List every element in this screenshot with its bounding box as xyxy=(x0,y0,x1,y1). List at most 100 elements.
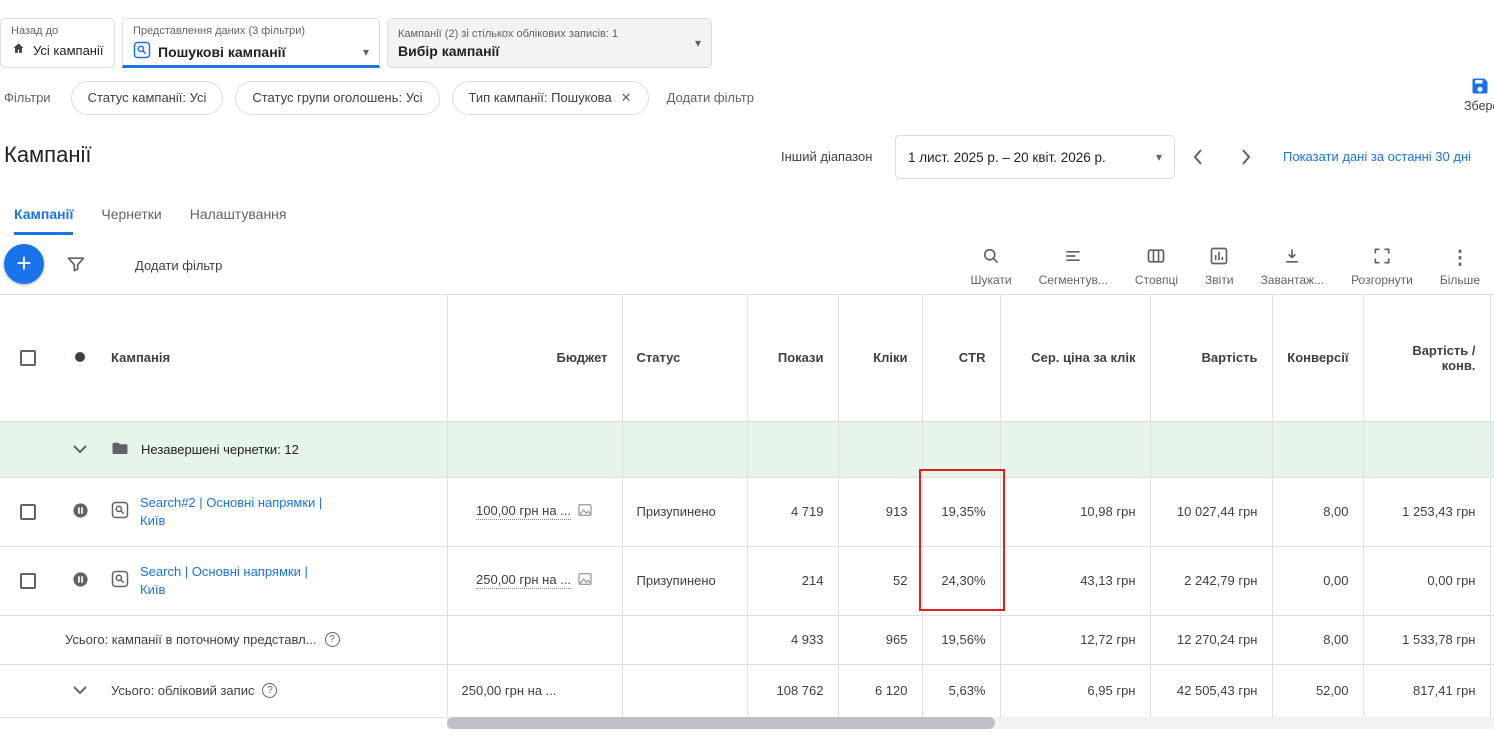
previous-period-button[interactable] xyxy=(1183,142,1213,172)
paused-status-icon[interactable] xyxy=(72,576,89,591)
col-cost-per-conv[interactable]: Вартість / конв. xyxy=(1363,295,1490,421)
table-row: Search#2 | Основні напрямки | Київ 100,0… xyxy=(0,477,1494,546)
help-icon[interactable]: ? xyxy=(325,632,340,647)
clicks-total: 6 120 xyxy=(838,664,922,717)
account-total-row: Усього: обліковий запис ? 250,00 грн на … xyxy=(0,664,1494,717)
action-label: Більше xyxy=(1440,273,1480,287)
close-icon[interactable]: ✕ xyxy=(621,90,632,106)
tab-bar: Кампанії Чернетки Налаштування xyxy=(0,190,286,235)
dropdown-arrow-icon: ▾ xyxy=(363,45,369,59)
budget-icon xyxy=(577,571,593,590)
home-icon xyxy=(11,41,26,59)
back-to-all-campaigns-button[interactable]: Назад до Усі кампанії xyxy=(0,18,115,68)
other-range-label[interactable]: Інший діапазон xyxy=(781,149,872,164)
add-campaign-button[interactable]: + xyxy=(4,244,44,284)
budget-value[interactable]: 250,00 грн на ... xyxy=(476,572,571,589)
more-button[interactable]: ⋮ Більше xyxy=(1440,249,1480,287)
cost-per-conv-value: 0,00 грн xyxy=(1363,546,1490,615)
help-icon[interactable]: ? xyxy=(262,683,277,698)
dropdown-arrow-icon: ▾ xyxy=(695,36,701,50)
expand-icon xyxy=(1372,246,1392,269)
view-total-row: Усього: кампанії в поточному представл..… xyxy=(0,615,1494,664)
col-conversions[interactable]: Конверсії xyxy=(1272,295,1363,421)
campaign-name-link[interactable]: Search | Основні напрямки | Київ xyxy=(140,563,336,598)
filter-chip-campaign-status[interactable]: Статус кампанії: Усі xyxy=(71,81,224,115)
back-label: Назад до xyxy=(11,25,104,37)
dropdown-arrow-icon: ▾ xyxy=(1156,150,1162,164)
tab-settings[interactable]: Налаштування xyxy=(190,206,287,235)
budget-icon xyxy=(577,502,593,521)
tab-campaigns[interactable]: Кампанії xyxy=(14,206,73,235)
chip-label: Статус групи оголошень: Усі xyxy=(252,90,422,105)
unfinished-drafts-label[interactable]: Незавершені чернетки: 12 xyxy=(141,442,299,457)
col-impressions[interactable]: Покази xyxy=(747,295,838,421)
account-total-label: Усього: обліковий запис xyxy=(111,683,254,698)
select-all-checkbox[interactable] xyxy=(20,350,36,366)
filter-chip-adgroup-status[interactable]: Статус групи оголошень: Усі xyxy=(235,81,439,115)
col-budget[interactable]: Бюджет xyxy=(447,295,622,421)
col-clicks[interactable]: Кліки xyxy=(838,295,922,421)
impressions-value: 214 xyxy=(747,546,838,615)
tab-drafts[interactable]: Чернетки xyxy=(101,206,161,235)
date-range-picker[interactable]: 1 лист. 2025 р. – 20 квіт. 2026 р. ▾ xyxy=(895,135,1175,179)
back-target-label: Усі кампанії xyxy=(33,43,103,58)
avg-cpc-total: 6,95 грн xyxy=(1000,664,1150,717)
data-view-value: Пошукові кампанії xyxy=(158,44,286,60)
paused-status-icon[interactable] xyxy=(72,507,89,522)
segment-button[interactable]: Сегментув... xyxy=(1039,246,1108,287)
ctr-total: 19,56% xyxy=(922,615,1000,664)
toolbar-add-filter-link[interactable]: Додати фільтр xyxy=(135,258,222,273)
columns-icon xyxy=(1146,246,1166,269)
impressions-value: 4 719 xyxy=(747,477,838,546)
col-campaign[interactable]: Кампанія xyxy=(105,295,447,421)
show-last-30-days-link[interactable]: Показати дані за останні 30 дні xyxy=(1283,149,1471,164)
date-range-value: 1 лист. 2025 р. – 20 квіт. 2026 р. xyxy=(908,150,1106,165)
col-avg-cpc[interactable]: Сер. ціна за клік xyxy=(1000,295,1150,421)
chip-label: Тип кампанії: Пошукова xyxy=(469,90,612,105)
clicks-value: 52 xyxy=(838,546,922,615)
col-ctr[interactable]: CTR xyxy=(922,295,1000,421)
horizontal-scrollbar-thumb[interactable] xyxy=(447,717,995,729)
campaign-status: Призупинено xyxy=(637,504,716,519)
campaign-name-link[interactable]: Search#2 | Основні напрямки | Київ xyxy=(140,494,336,529)
view-total-label: Усього: кампанії в поточному представл..… xyxy=(65,632,317,647)
download-icon xyxy=(1282,246,1302,269)
segment-icon xyxy=(1063,246,1083,269)
col-status[interactable]: Статус xyxy=(622,295,747,421)
filter-funnel-icon[interactable] xyxy=(66,254,86,277)
next-period-button[interactable] xyxy=(1231,142,1261,172)
save-filters-button[interactable]: Зберег xyxy=(1464,76,1494,113)
campaign-picker-value: Вибір кампанії xyxy=(398,43,687,59)
search-button[interactable]: Шукати xyxy=(971,246,1012,287)
download-button[interactable]: Завантаж... xyxy=(1261,246,1325,287)
cost-total: 42 505,43 грн xyxy=(1150,664,1272,717)
campaign-picker-label: Кампанії (2) зі стількох облікових запис… xyxy=(398,28,687,40)
search-icon xyxy=(981,246,1001,269)
expand-button[interactable]: Розгорнути xyxy=(1351,246,1413,287)
col-cost[interactable]: Вартість xyxy=(1150,295,1272,421)
row-checkbox[interactable] xyxy=(20,504,36,520)
expand-account-total-chevron-icon[interactable] xyxy=(69,682,91,699)
action-label: Шукати xyxy=(971,273,1012,287)
budget-value[interactable]: 100,00 грн на ... xyxy=(476,503,571,520)
add-filter-link[interactable]: Додати фільтр xyxy=(667,90,754,105)
row-checkbox[interactable] xyxy=(20,573,36,589)
campaign-picker-dropdown[interactable]: Кампанії (2) зі стількох облікових запис… xyxy=(387,18,712,68)
collapse-group-chevron-icon[interactable] xyxy=(69,441,91,458)
chip-label: Статус кампанії: Усі xyxy=(88,90,207,105)
search-campaign-type-icon xyxy=(111,501,129,522)
filter-chip-campaign-type[interactable]: Тип кампанії: Пошукова ✕ xyxy=(452,81,649,115)
campaigns-table: Кампанія Бюджет Статус Покази Кліки CTR … xyxy=(0,295,1494,718)
columns-button[interactable]: Стовпці xyxy=(1135,246,1178,287)
data-view-dropdown[interactable]: Представлення даних (3 фільтри) Пошукові… xyxy=(122,18,380,68)
save-label: Зберег xyxy=(1464,99,1494,113)
horizontal-scrollbar[interactable] xyxy=(447,717,1494,729)
action-label: Стовпці xyxy=(1135,273,1178,287)
reports-button[interactable]: Звіти xyxy=(1205,246,1234,287)
campaign-status: Призупинено xyxy=(637,573,716,588)
action-label: Розгорнути xyxy=(1351,273,1413,287)
impressions-total: 108 762 xyxy=(747,664,838,717)
page-title: Кампанії xyxy=(4,142,91,168)
col-status-dot[interactable] xyxy=(55,295,105,421)
account-budget-total: 250,00 грн на ... xyxy=(447,664,622,717)
